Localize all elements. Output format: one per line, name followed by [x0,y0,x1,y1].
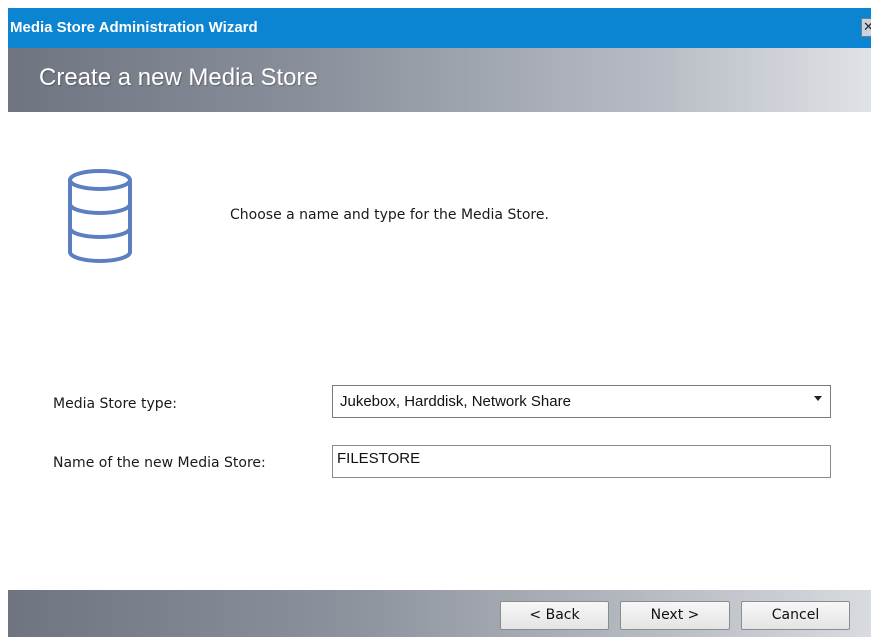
media-store-name-field[interactable] [332,445,831,478]
next-button[interactable]: Next > [620,601,730,630]
window-title: Media Store Administration Wizard [10,19,258,36]
media-store-name-label: Name of the new Media Store: [53,455,266,471]
page-title: Create a new Media Store [39,64,318,91]
media-store-name-input[interactable] [333,446,830,477]
wizard-footer: < Back Next > Cancel [8,590,871,637]
media-store-type-label: Media Store type: [53,396,177,412]
wizard-content: Choose a name and type for the Media Sto… [8,112,871,590]
close-icon: ✕ [863,20,871,35]
close-button[interactable]: ✕ [861,18,871,37]
wizard-header: Create a new Media Store [8,48,871,112]
instruction-text: Choose a name and type for the Media Sto… [230,207,549,223]
media-store-type-value: Jukebox, Harddisk, Network Share [340,393,571,410]
back-button[interactable]: < Back [500,601,609,630]
database-icon [68,169,132,263]
cancel-button[interactable]: Cancel [741,601,850,630]
media-store-type-select[interactable]: Jukebox, Harddisk, Network Share [332,385,831,418]
window-titlebar: Media Store Administration Wizard ✕ [8,8,871,48]
chevron-down-icon[interactable] [814,396,822,401]
